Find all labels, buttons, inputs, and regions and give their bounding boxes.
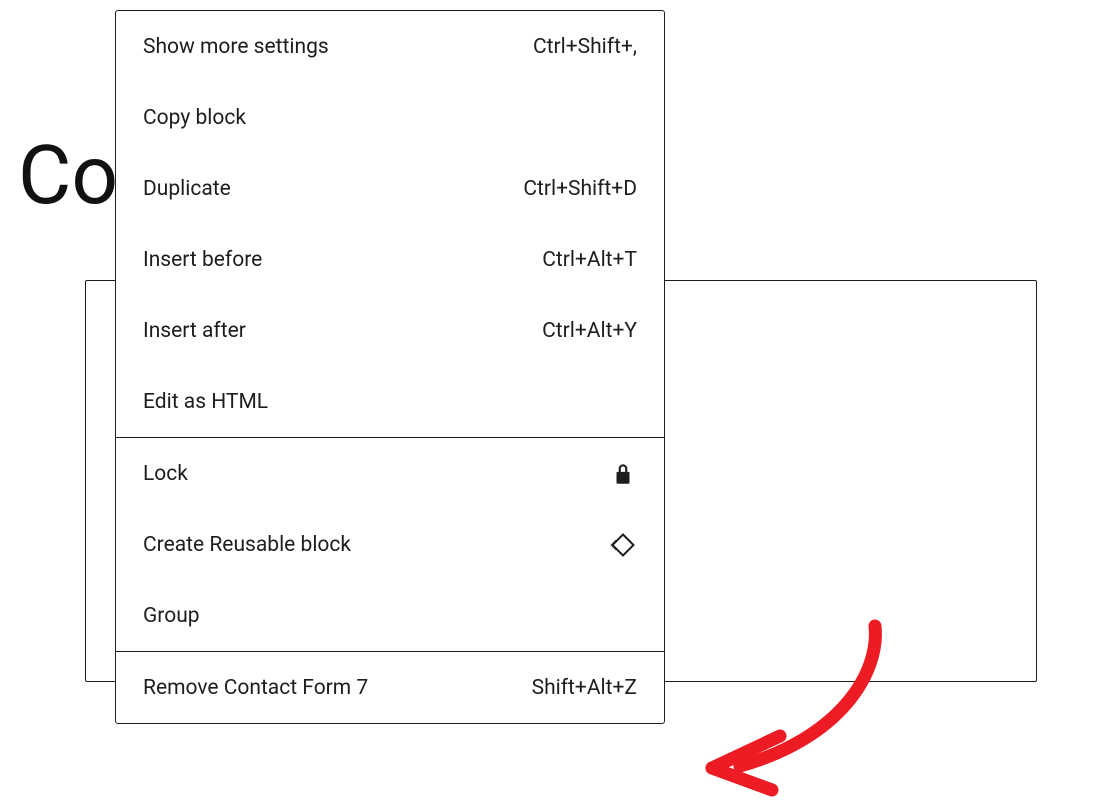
menu-item-label: Create Reusable block <box>143 533 351 557</box>
menu-item-label: Group <box>143 604 200 628</box>
menu-item-duplicate[interactable]: Duplicate Ctrl+Shift+D <box>116 153 664 224</box>
menu-item-shortcut: Shift+Alt+Z <box>532 676 637 700</box>
page-title: Co <box>18 128 118 224</box>
menu-item-label: Remove Contact Form 7 <box>143 676 368 700</box>
menu-item-create-reusable-block[interactable]: Create Reusable block <box>116 509 664 580</box>
menu-item-remove-contact-form-7[interactable]: Remove Contact Form 7 Shift+Alt+Z <box>116 652 664 723</box>
menu-item-lock[interactable]: Lock <box>116 438 664 509</box>
block-options-menu: Show more settings Ctrl+Shift+, Copy block… <box>115 10 665 724</box>
menu-item-label: Edit as HTML <box>143 390 268 414</box>
menu-item-group[interactable]: Group <box>116 580 664 651</box>
menu-item-label: Insert before <box>143 248 262 272</box>
menu-item-insert-before[interactable]: Insert before Ctrl+Alt+T <box>116 224 664 295</box>
menu-item-show-more-settings[interactable]: Show more settings Ctrl+Shift+, <box>116 11 664 82</box>
lock-icon <box>609 460 637 488</box>
menu-item-label: Lock <box>143 462 188 486</box>
menu-item-shortcut: Ctrl+Alt+T <box>542 248 637 272</box>
menu-item-shortcut: Ctrl+Shift+D <box>523 177 637 201</box>
menu-item-label: Duplicate <box>143 177 231 201</box>
menu-item-shortcut: Ctrl+Shift+, <box>533 35 637 59</box>
menu-item-copy-block[interactable]: Copy block <box>116 82 664 153</box>
menu-item-shortcut: Ctrl+Alt+Y <box>542 319 637 343</box>
menu-item-label: Copy block <box>143 106 246 130</box>
menu-item-label: Insert after <box>143 319 246 343</box>
menu-item-insert-after[interactable]: Insert after Ctrl+Alt+Y <box>116 295 664 366</box>
reusable-icon <box>609 531 637 559</box>
menu-item-edit-as-html[interactable]: Edit as HTML <box>116 366 664 437</box>
menu-item-label: Show more settings <box>143 35 329 59</box>
